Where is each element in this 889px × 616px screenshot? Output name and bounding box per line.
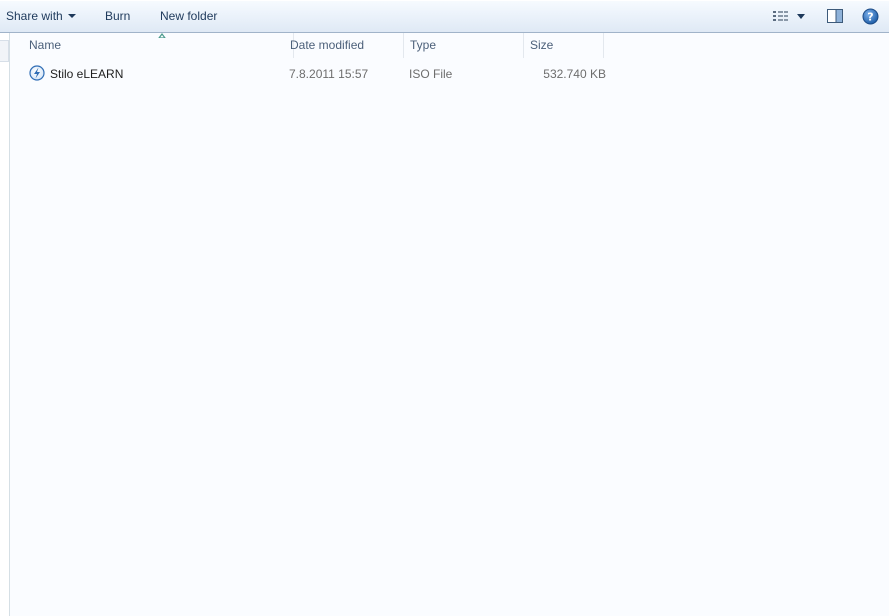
chevron-down-icon — [67, 14, 76, 18]
svg-text:?: ? — [867, 11, 873, 24]
preview-pane-button[interactable] — [826, 8, 844, 24]
sort-ascending-icon — [158, 33, 166, 38]
file-type: ISO File — [409, 67, 453, 81]
column-header-date-label: Date modified — [290, 38, 365, 52]
file-size: 532.740 KB — [543, 67, 606, 81]
column-header-type-label: Type — [410, 38, 437, 52]
help-button[interactable]: ? — [862, 8, 879, 25]
file-row[interactable]: Stilo eLEARN 7.8.2011 15:57 ISO File 532… — [24, 63, 606, 85]
explorer-window: Share with Burn New folder ? Name Date m… — [0, 0, 889, 616]
column-header-date-modified[interactable]: Date modified — [284, 33, 404, 58]
change-view-button[interactable] — [770, 9, 812, 25]
share-with-button[interactable]: Share with — [6, 0, 76, 32]
column-header-name-label: Name — [29, 38, 62, 52]
file-name: Stilo eLEARN — [50, 67, 124, 81]
column-header-size[interactable]: Size — [524, 33, 604, 58]
file-date-modified: 7.8.2011 15:57 — [289, 67, 369, 81]
file-list: Name Date modified Type Size Stilo eLEAR… — [10, 33, 889, 616]
column-header-type[interactable]: Type — [404, 33, 524, 58]
share-with-label: Share with — [6, 9, 63, 23]
column-header-name[interactable]: Name — [20, 33, 294, 58]
navigation-pane-edge — [0, 33, 10, 616]
new-folder-button[interactable]: New folder — [160, 0, 217, 32]
chevron-down-icon — [797, 14, 805, 19]
help-icon: ? — [862, 8, 879, 25]
navigation-pane-handle[interactable] — [0, 40, 9, 62]
iso-disc-icon — [29, 65, 45, 81]
details-view-icon — [773, 11, 805, 21]
preview-pane-icon — [827, 9, 843, 23]
burn-button[interactable]: Burn — [105, 0, 130, 32]
command-bar: Share with Burn New folder ? — [0, 0, 889, 33]
column-header-size-label: Size — [530, 38, 554, 52]
